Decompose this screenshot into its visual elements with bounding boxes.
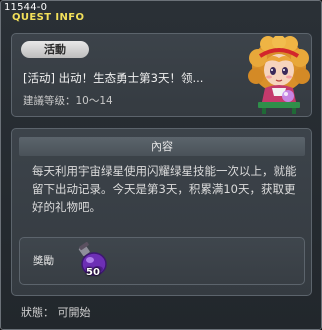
quest-info-window: 11544-0 QUEST INFO 活動 [活动] 出动！生态勇士第3天！领.… — [0, 0, 322, 330]
reward-panel: 獎勵 50 — [19, 237, 305, 285]
content-section-title: 內容 — [19, 137, 305, 156]
quest-status: 狀態： 可開始 — [21, 306, 91, 319]
reward-label: 獎勵 — [33, 255, 54, 267]
quest-content-panel: 內容 每天利用宇宙绿星使用闪耀绿星技能一次以上，就能留下出动记录。今天是第3天，… — [11, 128, 312, 296]
window-title: QUEST INFO — [12, 12, 85, 23]
reward-quantity: 50 — [86, 267, 100, 278]
quest-description: 每天利用宇宙绿星使用闪耀绿星技能一次以上，就能留下出动记录。今天是第3天，积累满… — [32, 164, 297, 214]
category-badge: 活動 — [21, 41, 89, 58]
reward-item-slot[interactable]: 50 — [70, 241, 110, 282]
recommended-level: 建議等级：10～14 — [23, 95, 113, 107]
npc-portrait-icon — [248, 36, 310, 114]
quest-summary-panel: 活動 [活动] 出动！生态勇士第3天！领... 建議等级：10～14 — [11, 33, 312, 117]
quest-name: [活动] 出动！生态勇士第3天！领... — [23, 71, 204, 85]
